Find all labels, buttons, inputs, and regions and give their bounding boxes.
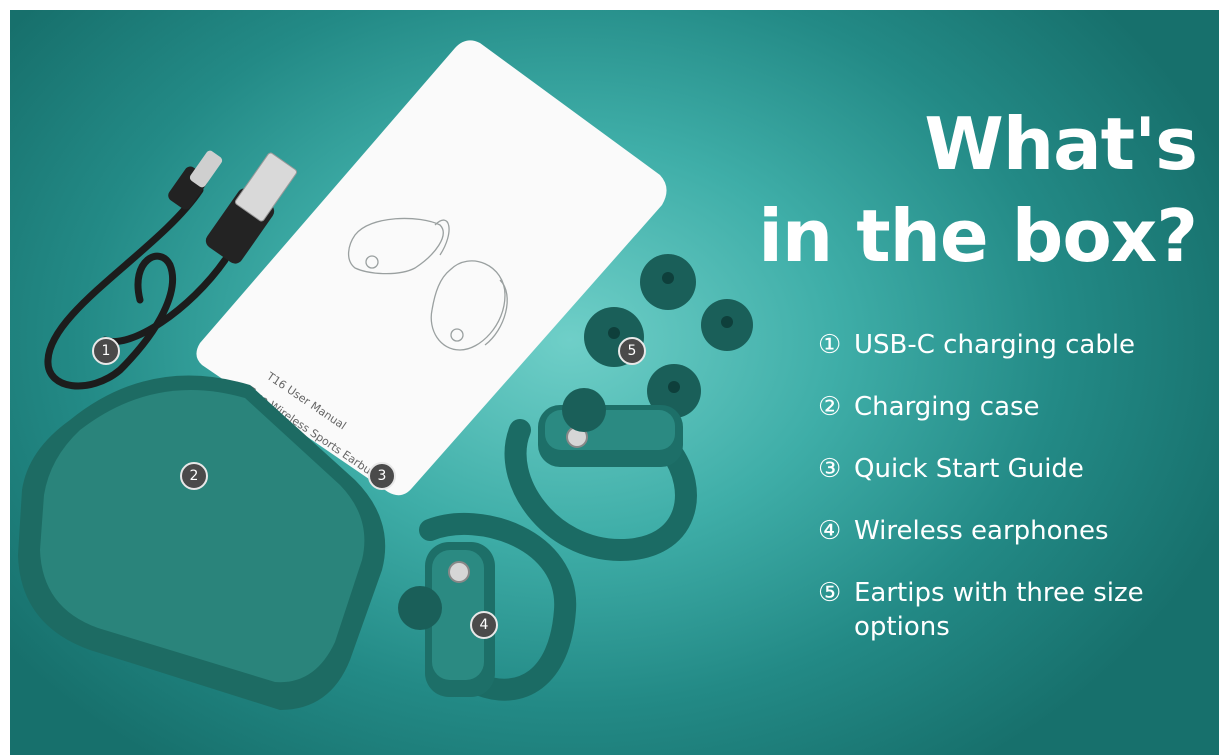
item-text: Quick Start Guide	[854, 454, 1084, 484]
right-earphone	[504, 388, 697, 562]
list-item: ② Charging case	[818, 390, 1198, 424]
item-number: ①	[818, 330, 842, 360]
contents-list: ① USB-C charging cable ② Charging case ③…	[818, 328, 1198, 672]
item-number: ⑤	[818, 578, 842, 608]
badge-5: 5	[618, 337, 646, 365]
list-item: ③ Quick Start Guide	[818, 452, 1198, 486]
badge-4: 4	[470, 611, 498, 639]
list-item: ① USB-C charging cable	[818, 328, 1198, 362]
item-number: ②	[818, 392, 842, 422]
list-item: ④ Wireless earphones	[818, 514, 1198, 548]
item-text: Eartips with three size options	[854, 578, 1144, 642]
badge-2: 2	[180, 462, 208, 490]
badge-3: 3	[368, 462, 396, 490]
badge-1: 1	[92, 337, 120, 365]
item-text: Wireless earphones	[854, 516, 1109, 546]
headline-line-2: in the box?	[758, 194, 1198, 278]
item-text: USB-C charging cable	[854, 330, 1136, 360]
item-number: ③	[818, 454, 842, 484]
product-image-frame: T16 User Manual True Wireless Sports Ear…	[10, 10, 1219, 755]
item-number: ④	[818, 516, 842, 546]
headline-line-1: What's	[924, 102, 1198, 186]
list-item: ⑤ Eartips with three size options	[818, 576, 1198, 644]
headline: What's in the box?	[677, 98, 1198, 282]
item-text: Charging case	[854, 392, 1040, 422]
